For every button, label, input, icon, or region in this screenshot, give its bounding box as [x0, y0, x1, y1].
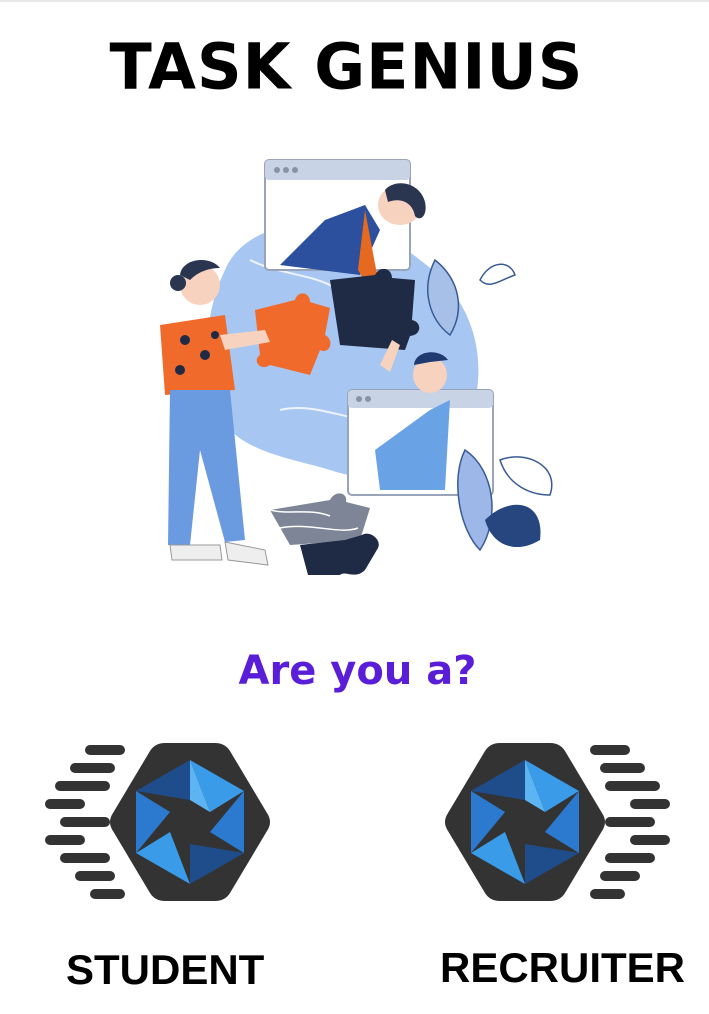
app-title: TASK GENIUS — [109, 29, 584, 104]
hero-illustration — [130, 150, 580, 590]
camera-shutter-icon — [45, 743, 270, 901]
recruiter-option-button[interactable] — [430, 735, 670, 910]
role-question: Are you a? — [238, 648, 477, 694]
camera-shutter-icon — [445, 743, 670, 901]
student-label[interactable]: STUDENT — [66, 946, 264, 994]
top-divider — [0, 0, 709, 2]
recruiter-label[interactable]: RECRUITER — [440, 944, 685, 992]
student-option-button[interactable] — [45, 735, 285, 910]
